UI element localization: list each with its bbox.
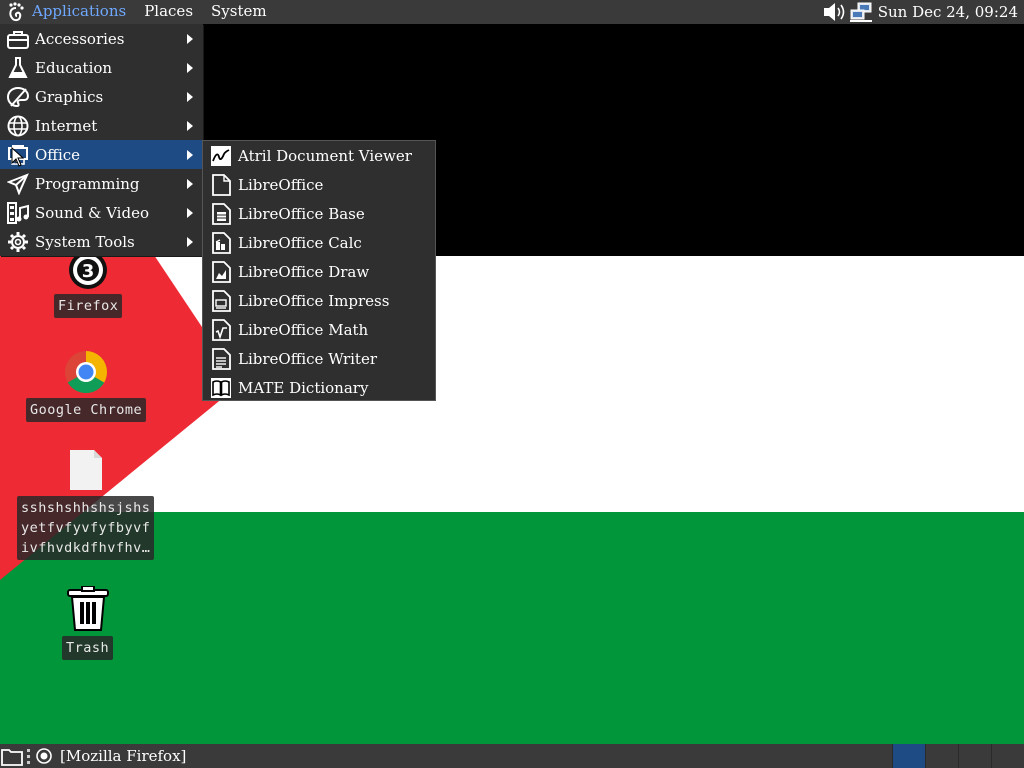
places-menu-button[interactable]: Places: [135, 0, 202, 24]
menu-item-label: Internet: [35, 116, 98, 135]
applications-menu-button[interactable]: Applications: [0, 0, 135, 24]
globe-icon: [6, 114, 30, 138]
desktop-icon-text-file[interactable]: sshshshhshsjshs yetfvfyvfyfbyvf ivfhvdkd…: [17, 448, 155, 560]
menu-item-libreoffice-draw[interactable]: LibreOffice Draw: [203, 257, 435, 286]
libreoffice-icon: [209, 173, 233, 197]
chrome-icon: [65, 351, 108, 394]
menu-item-graphics[interactable]: Graphics: [0, 82, 203, 111]
clock[interactable]: Sun Dec 24, 09:24: [874, 3, 1018, 21]
firefox-icon: 3: [69, 251, 108, 289]
menu-item-system-tools[interactable]: System Tools: [0, 227, 203, 256]
desktop-icon-label: sshshshhshsjshs yetfvfyvfyfbyvf ivfhvdkd…: [17, 496, 155, 560]
menu-item-libreoffice-base[interactable]: LibreOffice Base: [203, 199, 435, 228]
menu-item-label: LibreOffice Calc: [238, 233, 362, 252]
menu-item-label: LibreOffice: [238, 175, 324, 194]
network-icon[interactable]: [848, 0, 874, 24]
file-icon: [69, 450, 102, 490]
menu-item-libreoffice-impress[interactable]: LibreOffice Impress: [203, 286, 435, 315]
menu-item-programming[interactable]: Programming: [0, 169, 203, 198]
menu-item-label: Accessories: [35, 29, 125, 48]
submenu-arrow-icon: [187, 237, 193, 247]
show-desktop-icon[interactable]: [0, 744, 24, 768]
libreoffice-writer-icon: [209, 347, 233, 371]
menu-item-label: LibreOffice Writer: [238, 349, 377, 368]
desktop-icon-google-chrome[interactable]: Google Chrome: [26, 350, 147, 422]
menu-item-label: Atril Document Viewer: [238, 146, 412, 165]
panel-handle[interactable]: [24, 744, 32, 768]
desktop-icon-firefox[interactable]: 3 Firefox: [54, 250, 123, 318]
desktop-icon-label: Google Chrome: [26, 398, 147, 422]
libreoffice-calc-icon: [209, 231, 233, 255]
programming-icon: [6, 172, 30, 196]
submenu-arrow-icon: [187, 121, 193, 131]
places-menu-label: Places: [144, 2, 194, 20]
menu-item-sound-video[interactable]: Sound & Video: [0, 198, 203, 227]
workspace-switcher: [892, 744, 1024, 768]
libreoffice-math-icon: [209, 318, 233, 342]
menu-item-label: MATE Dictionary: [238, 378, 369, 397]
desktop-icon-trash[interactable]: Trash: [62, 586, 114, 660]
menu-item-mate-dictionary[interactable]: MATE Dictionary: [203, 373, 435, 402]
libreoffice-base-icon: [209, 202, 233, 226]
taskbar-item-label: [Mozilla Firefox]: [60, 747, 187, 765]
system-menu-label: System: [211, 2, 267, 20]
submenu-arrow-icon: [187, 34, 193, 44]
office-submenu: Atril Document Viewer LibreOffice LibreO…: [202, 140, 436, 401]
svg-text:3: 3: [82, 261, 95, 282]
menu-item-atril[interactable]: Atril Document Viewer: [203, 141, 435, 170]
mouse-cursor-icon: [11, 147, 25, 167]
submenu-arrow-icon: [187, 179, 193, 189]
menu-item-label: LibreOffice Draw: [238, 262, 370, 281]
workspace-3[interactable]: [958, 744, 991, 768]
submenu-arrow-icon: [187, 92, 193, 102]
libreoffice-impress-icon: [209, 289, 233, 313]
desktop-icon-label: Trash: [62, 636, 114, 660]
system-menu-button[interactable]: System: [202, 0, 276, 24]
menu-item-office[interactable]: Office: [0, 140, 203, 169]
flask-icon: [6, 56, 30, 80]
trash-icon: [66, 586, 109, 631]
menu-item-label: Graphics: [35, 87, 104, 106]
multimedia-icon: [6, 201, 30, 225]
palette-icon: [6, 85, 30, 109]
atril-icon: [209, 144, 233, 168]
firefox-icon: [36, 748, 52, 764]
submenu-arrow-icon: [187, 63, 193, 73]
applications-dropdown: Accessories Education Graphics Internet …: [0, 24, 203, 256]
desktop-icon-label: Firefox: [54, 294, 123, 318]
menu-item-libreoffice-writer[interactable]: LibreOffice Writer: [203, 344, 435, 373]
toolbox-icon: [6, 27, 30, 51]
menu-item-label: LibreOffice Base: [238, 204, 365, 223]
applications-menu-label: Applications: [32, 2, 127, 20]
workspace-4[interactable]: [991, 744, 1024, 768]
menu-item-label: LibreOffice Impress: [238, 291, 390, 310]
menu-item-libreoffice[interactable]: LibreOffice: [203, 170, 435, 199]
submenu-arrow-icon: [187, 150, 193, 160]
menu-item-label: System Tools: [35, 232, 135, 251]
menu-item-libreoffice-calc[interactable]: LibreOffice Calc: [203, 228, 435, 257]
libreoffice-draw-icon: [209, 260, 233, 284]
menu-item-label: Programming: [35, 174, 140, 193]
menu-item-libreoffice-math[interactable]: LibreOffice Math: [203, 315, 435, 344]
top-panel: Applications Places System Sun Dec 24, 0…: [0, 0, 1024, 24]
gnome-foot-icon: [4, 0, 28, 24]
workspace-2[interactable]: [925, 744, 958, 768]
menu-item-internet[interactable]: Internet: [0, 111, 203, 140]
menu-item-label: LibreOffice Math: [238, 320, 369, 339]
taskbar-item-firefox[interactable]: [Mozilla Firefox]: [32, 744, 186, 768]
gear-icon: [6, 230, 30, 254]
volume-icon[interactable]: [822, 0, 848, 24]
menu-item-education[interactable]: Education: [0, 53, 203, 82]
menu-item-label: Education: [35, 58, 113, 77]
menu-item-label: Sound & Video: [35, 203, 149, 222]
bottom-panel: [Mozilla Firefox]: [0, 744, 1024, 768]
menu-item-label: Office: [35, 145, 81, 164]
menu-item-accessories[interactable]: Accessories: [0, 24, 203, 53]
dictionary-icon: [209, 376, 233, 400]
workspace-1[interactable]: [892, 744, 925, 768]
system-tray: Sun Dec 24, 09:24: [822, 0, 1024, 24]
submenu-arrow-icon: [187, 208, 193, 218]
